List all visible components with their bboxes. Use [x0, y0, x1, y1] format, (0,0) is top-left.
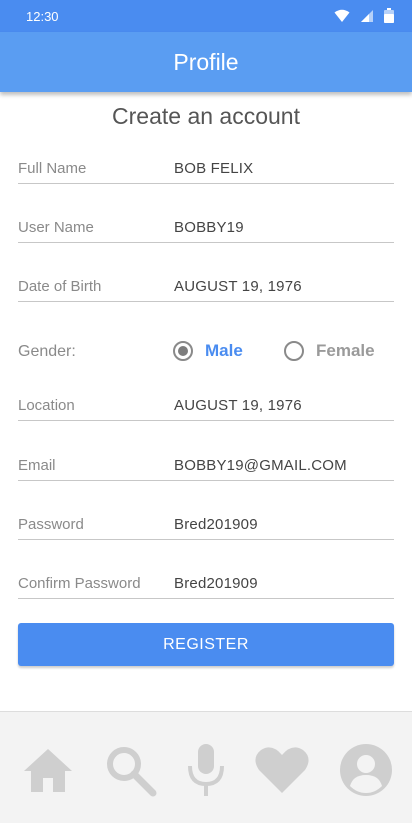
gender-female-label: Female — [316, 341, 375, 360]
date-of-birth-field[interactable]: Date of Birth AUGUST 19, 1976 — [18, 276, 394, 302]
nav-home[interactable] — [20, 742, 76, 798]
gender-male-radio[interactable]: Male — [173, 341, 243, 361]
page-title: Profile — [173, 49, 239, 75]
heart-icon — [255, 747, 309, 793]
user-name-value[interactable]: BOBBY19 — [174, 219, 244, 236]
radio-checked-icon — [173, 341, 193, 361]
user-name-label: User Name — [18, 219, 94, 236]
password-label: Password — [18, 516, 84, 533]
status-time: 12:30 — [26, 9, 59, 24]
microphone-icon — [188, 744, 224, 796]
password-value[interactable]: Bred201909 — [174, 516, 258, 533]
full-name-value[interactable]: BOB FELIX — [174, 160, 253, 177]
form-title: Create an account — [112, 103, 300, 129]
gender-male-label: Male — [205, 341, 243, 360]
confirm-password-field[interactable]: Confirm Password Bred201909 — [18, 573, 394, 599]
bottom-nav — [0, 711, 412, 823]
nav-account[interactable] — [338, 742, 394, 798]
confirm-password-label: Confirm Password — [18, 575, 141, 592]
location-value[interactable]: AUGUST 19, 1976 — [174, 397, 302, 414]
email-field[interactable]: Email BOBBY19@GMAIL.COM — [18, 455, 394, 481]
status-bar: 12:30 — [0, 0, 412, 32]
full-name-field[interactable]: Full Name BOB FELIX — [18, 158, 394, 184]
account-icon — [340, 744, 392, 796]
confirm-password-value[interactable]: Bred201909 — [174, 575, 258, 592]
gender-group: Gender: Male Female — [18, 341, 394, 365]
status-icons — [334, 8, 394, 23]
battery-icon — [384, 8, 394, 23]
wifi-icon — [334, 9, 350, 22]
date-of-birth-value[interactable]: AUGUST 19, 1976 — [174, 278, 302, 295]
email-label: Email — [18, 457, 56, 474]
date-of-birth-label: Date of Birth — [18, 278, 102, 295]
email-value[interactable]: BOBBY19@GMAIL.COM — [174, 457, 347, 474]
radio-unchecked-icon — [284, 341, 304, 361]
nav-search[interactable] — [102, 742, 158, 798]
location-label: Location — [18, 397, 75, 414]
search-icon — [107, 747, 157, 797]
gender-label: Gender: — [18, 343, 76, 360]
app-bar: Profile — [0, 32, 412, 92]
full-name-label: Full Name — [18, 160, 87, 177]
register-button[interactable]: REGISTER — [18, 623, 394, 666]
gender-female-radio[interactable]: Female — [284, 341, 375, 361]
home-icon — [24, 749, 72, 792]
cellular-signal-icon — [361, 9, 373, 22]
password-field[interactable]: Password Bred201909 — [18, 514, 394, 540]
location-field[interactable]: Location AUGUST 19, 1976 — [18, 395, 394, 421]
nav-favorites[interactable] — [254, 742, 310, 798]
user-name-field[interactable]: User Name BOBBY19 — [18, 217, 394, 243]
nav-voice[interactable] — [178, 742, 234, 798]
